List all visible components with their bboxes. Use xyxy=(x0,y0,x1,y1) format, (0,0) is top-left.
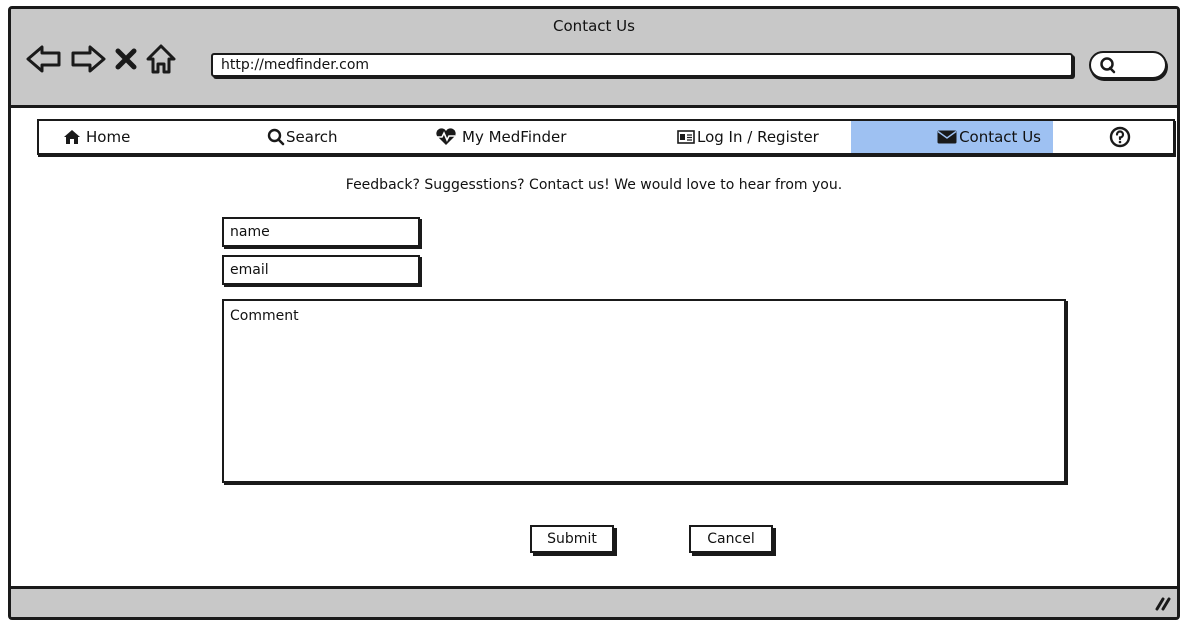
menu-item-search[interactable]: Search xyxy=(267,121,338,153)
envelope-icon xyxy=(937,130,957,144)
menu-item-login-register[interactable]: Log In / Register xyxy=(677,121,819,153)
forward-arrow-icon[interactable] xyxy=(69,44,107,74)
site-menu-bar: Home Search My MedFinder Log In / Regist… xyxy=(37,119,1175,155)
close-x-icon[interactable] xyxy=(113,46,139,72)
menu-item-label: Home xyxy=(86,128,131,146)
menu-item-my-medfinder[interactable]: My MedFinder xyxy=(435,121,566,153)
help-icon xyxy=(1109,126,1131,148)
menu-item-help[interactable] xyxy=(1109,121,1136,153)
menu-item-label: Search xyxy=(286,128,338,146)
id-card-icon xyxy=(677,130,695,144)
menu-item-label: My MedFinder xyxy=(462,128,567,146)
menu-item-contact-us[interactable]: Contact Us xyxy=(851,121,1053,153)
title-bar: Contact Us http://medfinder.com xyxy=(11,9,1177,108)
resize-grip-icon[interactable] xyxy=(1151,593,1171,615)
heartbeat-icon xyxy=(435,128,457,146)
email-field[interactable]: email xyxy=(222,255,420,285)
menu-item-label: Contact Us xyxy=(959,128,1041,146)
browser-window: Contact Us http://medfinder.com Home Sea… xyxy=(8,6,1180,620)
url-bar[interactable]: http://medfinder.com xyxy=(211,53,1073,77)
home-outline-icon[interactable] xyxy=(145,43,177,75)
comment-field[interactable]: Comment xyxy=(222,299,1066,483)
window-title: Contact Us xyxy=(553,17,635,35)
menu-item-label: Log In / Register xyxy=(697,128,819,146)
search-icon xyxy=(1099,56,1117,78)
search-icon xyxy=(267,128,285,146)
home-icon xyxy=(63,129,81,145)
cancel-button[interactable]: Cancel xyxy=(689,525,773,553)
status-bar xyxy=(11,586,1177,617)
submit-button[interactable]: Submit xyxy=(530,525,614,553)
contact-intro-text: Feedback? Suggesstions? Contact us! We w… xyxy=(345,177,843,193)
menu-item-home[interactable]: Home xyxy=(63,121,130,153)
browser-search-field[interactable] xyxy=(1089,51,1167,79)
back-arrow-icon[interactable] xyxy=(25,44,63,74)
browser-nav xyxy=(25,41,177,77)
name-field[interactable]: name xyxy=(222,217,420,247)
